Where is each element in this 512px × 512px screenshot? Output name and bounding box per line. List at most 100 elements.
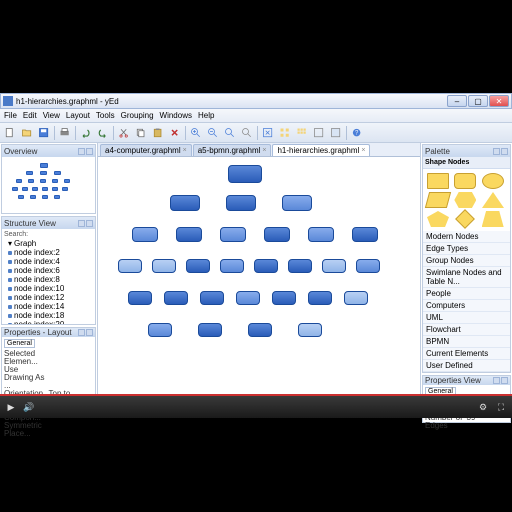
print-icon[interactable]: [57, 125, 73, 141]
graph-node[interactable]: [248, 323, 272, 337]
graph-node[interactable]: [198, 323, 222, 337]
titlebar[interactable]: h1-hierarchies.graphml - yEd – ▢ ✕: [0, 93, 512, 109]
palette-cat[interactable]: Computers: [423, 300, 510, 312]
graph-node[interactable]: [228, 165, 262, 183]
menu-windows[interactable]: Windows: [160, 111, 192, 120]
palette-cat[interactable]: UML: [423, 312, 510, 324]
toggle-icon[interactable]: [311, 125, 327, 141]
graph-node[interactable]: [186, 259, 210, 273]
palette-cat[interactable]: People: [423, 288, 510, 300]
palette-cat[interactable]: Group Nodes: [423, 255, 510, 267]
shape-triangle[interactable]: [482, 192, 504, 208]
graph-node[interactable]: [322, 259, 346, 273]
fit-icon[interactable]: [260, 125, 276, 141]
zoom-fit-icon[interactable]: [222, 125, 238, 141]
graph-canvas[interactable]: [98, 157, 420, 396]
open-icon[interactable]: [19, 125, 35, 141]
tab-a5[interactable]: a5-bpmn.graphml×: [193, 144, 272, 156]
close-button[interactable]: ✕: [489, 95, 509, 107]
graph-node[interactable]: [220, 227, 246, 242]
graph-node[interactable]: [164, 291, 188, 305]
copy-icon[interactable]: [133, 125, 149, 141]
palette-cat[interactable]: User Defined: [423, 360, 510, 372]
menu-edit[interactable]: Edit: [23, 111, 37, 120]
new-icon[interactable]: [2, 125, 18, 141]
palette-cat[interactable]: Edge Types: [423, 243, 510, 255]
graph-node[interactable]: [170, 195, 200, 211]
graph-node[interactable]: [352, 227, 378, 242]
overview-header[interactable]: Overview: [2, 145, 95, 157]
shape-pentagon[interactable]: [427, 211, 449, 227]
delete-icon[interactable]: [167, 125, 183, 141]
graph-node[interactable]: [226, 195, 256, 211]
shape-rounded-rect[interactable]: [454, 173, 476, 189]
shape-ellipse[interactable]: [482, 173, 504, 189]
menu-view[interactable]: View: [43, 111, 60, 120]
tab-a4[interactable]: a4-computer.graphml×: [100, 144, 192, 156]
graph-node[interactable]: [176, 227, 202, 242]
settings-icon[interactable]: ⚙: [476, 400, 490, 414]
save-icon[interactable]: [36, 125, 52, 141]
fullscreen-icon[interactable]: ⛶: [494, 400, 508, 414]
layout-icon[interactable]: [277, 125, 293, 141]
graph-node[interactable]: [236, 291, 260, 305]
menu-help[interactable]: Help: [198, 111, 214, 120]
zoom-in-icon[interactable]: [188, 125, 204, 141]
graph-node[interactable]: [118, 259, 142, 273]
graph-node[interactable]: [272, 291, 296, 305]
volume-icon[interactable]: 🔊: [22, 400, 36, 414]
graph-node[interactable]: [254, 259, 278, 273]
shape-hexagon[interactable]: [454, 192, 476, 208]
stats-header[interactable]: Properties View: [423, 376, 510, 385]
graph-node[interactable]: [356, 259, 380, 273]
menu-layout[interactable]: Layout: [66, 111, 90, 120]
shape-diamond[interactable]: [455, 209, 475, 229]
graph-node[interactable]: [220, 259, 244, 273]
palette-cat[interactable]: Current Elements: [423, 348, 510, 360]
graph-node[interactable]: [128, 291, 152, 305]
toggle2-icon[interactable]: [328, 125, 344, 141]
graph-node[interactable]: [132, 227, 158, 242]
overview-canvas[interactable]: [2, 157, 95, 213]
tab-h1[interactable]: h1-hierarchies.graphml×: [272, 144, 370, 156]
palette-header[interactable]: Palette: [423, 145, 510, 157]
graph-node[interactable]: [264, 227, 290, 242]
graph-node[interactable]: [282, 195, 312, 211]
graph-node[interactable]: [148, 323, 172, 337]
props-tab-general[interactable]: General: [4, 339, 35, 348]
props-body[interactable]: General Selected Elemen... Use Drawing A…: [2, 337, 95, 440]
maximize-button[interactable]: ▢: [468, 95, 488, 107]
palette-cat[interactable]: Swimlane Nodes and Table N...: [423, 267, 510, 288]
menu-tools[interactable]: Tools: [96, 111, 115, 120]
shape-trapezoid[interactable]: [482, 211, 504, 227]
graph-node[interactable]: [152, 259, 176, 273]
graph-node[interactable]: [288, 259, 312, 273]
play-button[interactable]: ▶: [4, 400, 18, 414]
graph-node[interactable]: [308, 291, 332, 305]
graph-node[interactable]: [298, 323, 322, 337]
redo-icon[interactable]: [95, 125, 111, 141]
menu-grouping[interactable]: Grouping: [121, 111, 154, 120]
help-icon[interactable]: ?: [349, 125, 365, 141]
menu-file[interactable]: File: [4, 111, 17, 120]
zoom-1-icon[interactable]: [239, 125, 255, 141]
graph-node[interactable]: [308, 227, 334, 242]
shape-parallelogram[interactable]: [425, 192, 451, 208]
grid-icon[interactable]: [294, 125, 310, 141]
graph-node[interactable]: [200, 291, 224, 305]
cut-icon[interactable]: [116, 125, 132, 141]
shape-rect[interactable]: [427, 173, 449, 189]
paste-icon[interactable]: [150, 125, 166, 141]
structure-body[interactable]: Search: ▾Graph node index:2 node index:4…: [2, 229, 95, 324]
palette-cat[interactable]: BPMN: [423, 336, 510, 348]
graph-node[interactable]: [344, 291, 368, 305]
palette-cat[interactable]: Modern Nodes: [423, 231, 510, 243]
structure-header[interactable]: Structure View: [2, 217, 95, 229]
props-header[interactable]: Properties - Layout: [2, 328, 95, 337]
undo-icon[interactable]: [78, 125, 94, 141]
palette-cat[interactable]: Flowchart: [423, 324, 510, 336]
minimize-button[interactable]: –: [447, 95, 467, 107]
palette-section[interactable]: Shape Nodes: [423, 157, 510, 169]
zoom-out-icon[interactable]: [205, 125, 221, 141]
structure-tree[interactable]: ▾Graph node index:2 node index:4 node in…: [4, 239, 93, 324]
